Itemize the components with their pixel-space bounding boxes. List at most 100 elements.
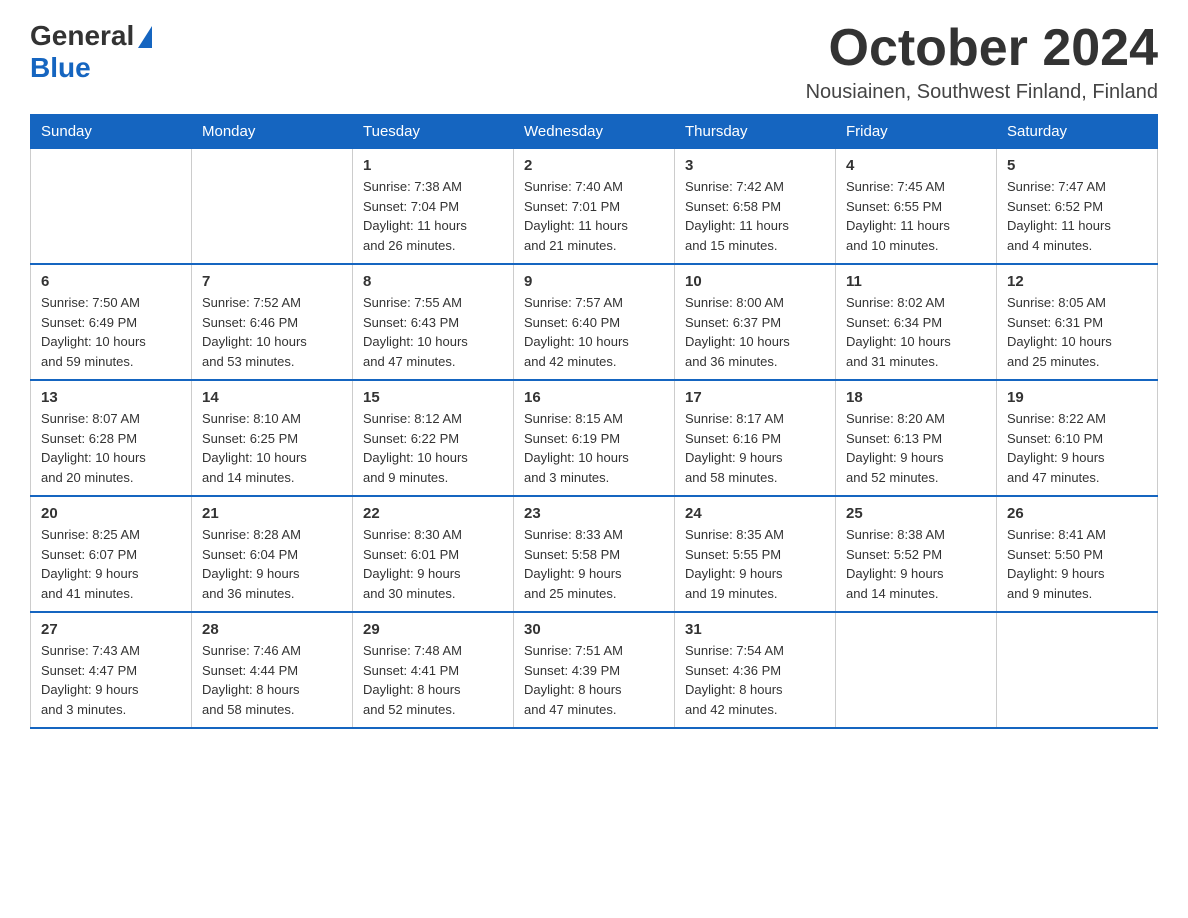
day-number: 31	[685, 621, 825, 638]
header-day-saturday: Saturday	[997, 115, 1158, 149]
logo: General Blue	[30, 20, 152, 84]
calendar-cell: 14 Sunrise: 8:10 AM Sunset: 6:25 PM Dayli…	[192, 380, 353, 496]
day-info: Sunrise: 8:33 AM Sunset: 5:58 PM Dayligh…	[524, 525, 664, 603]
calendar-cell: 13Sunrise: 8:07 AM Sunset: 6:28 PM Dayli…	[31, 380, 192, 496]
calendar-cell: 16Sunrise: 8:15 AM Sunset: 6:19 PM Dayli…	[514, 380, 675, 496]
calendar-cell	[836, 612, 997, 728]
day-number: 8	[363, 273, 503, 290]
day-info: Sunrise: 7:42 AM Sunset: 6:58 PM Dayligh…	[685, 177, 825, 255]
header-day-wednesday: Wednesday	[514, 115, 675, 149]
month-title: October 2024	[806, 20, 1158, 77]
day-number: 26	[1007, 505, 1147, 522]
calendar-cell: 29 Sunrise: 7:48 AM Sunset: 4:41 PM Dayli…	[353, 612, 514, 728]
day-info: Sunrise: 7:40 AM Sunset: 7:01 PM Dayligh…	[524, 177, 664, 255]
calendar-cell: 20Sunrise: 8:25 AM Sunset: 6:07 PM Dayli…	[31, 496, 192, 612]
day-info: Sunrise: 7:43 AM Sunset: 4:47 PM Dayligh…	[41, 641, 181, 719]
header-day-thursday: Thursday	[675, 115, 836, 149]
day-number: 2	[524, 157, 664, 174]
day-number: 11	[846, 273, 986, 290]
day-info: Sunrise: 7:38 AM Sunset: 7:04 PM Dayligh…	[363, 177, 503, 255]
calendar-cell: 21 Sunrise: 8:28 AM Sunset: 6:04 PM Dayli…	[192, 496, 353, 612]
week-row-3: 13Sunrise: 8:07 AM Sunset: 6:28 PM Dayli…	[31, 380, 1158, 496]
calendar-cell: 4 Sunrise: 7:45 AM Sunset: 6:55 PM Daylig…	[836, 149, 997, 265]
day-number: 9	[524, 273, 664, 290]
calendar-cell: 26 Sunrise: 8:41 AM Sunset: 5:50 PM Dayli…	[997, 496, 1158, 612]
logo-triangle-icon	[138, 26, 152, 48]
day-info: Sunrise: 7:57 AM Sunset: 6:40 PM Dayligh…	[524, 293, 664, 371]
logo-text-general: General	[30, 20, 134, 52]
day-info: Sunrise: 8:35 AM Sunset: 5:55 PM Dayligh…	[685, 525, 825, 603]
day-number: 15	[363, 389, 503, 406]
day-number: 14	[202, 389, 342, 406]
calendar-cell: 1 Sunrise: 7:38 AM Sunset: 7:04 PM Daylig…	[353, 149, 514, 265]
day-number: 20	[41, 505, 181, 522]
header-day-tuesday: Tuesday	[353, 115, 514, 149]
day-info: Sunrise: 7:55 AM Sunset: 6:43 PM Dayligh…	[363, 293, 503, 371]
calendar-cell: 12 Sunrise: 8:05 AM Sunset: 6:31 PM Dayli…	[997, 264, 1158, 380]
week-row-1: 1 Sunrise: 7:38 AM Sunset: 7:04 PM Daylig…	[31, 149, 1158, 265]
day-number: 21	[202, 505, 342, 522]
day-info: Sunrise: 8:22 AM Sunset: 6:10 PM Dayligh…	[1007, 409, 1147, 487]
day-info: Sunrise: 8:02 AM Sunset: 6:34 PM Dayligh…	[846, 293, 986, 371]
day-number: 25	[846, 505, 986, 522]
day-info: Sunrise: 8:38 AM Sunset: 5:52 PM Dayligh…	[846, 525, 986, 603]
day-info: Sunrise: 8:28 AM Sunset: 6:04 PM Dayligh…	[202, 525, 342, 603]
day-info: Sunrise: 7:52 AM Sunset: 6:46 PM Dayligh…	[202, 293, 342, 371]
calendar-cell: 22 Sunrise: 8:30 AM Sunset: 6:01 PM Dayli…	[353, 496, 514, 612]
calendar-cell: 28 Sunrise: 7:46 AM Sunset: 4:44 PM Dayli…	[192, 612, 353, 728]
calendar-cell: 6Sunrise: 7:50 AM Sunset: 6:49 PM Daylig…	[31, 264, 192, 380]
day-number: 12	[1007, 273, 1147, 290]
day-info: Sunrise: 8:00 AM Sunset: 6:37 PM Dayligh…	[685, 293, 825, 371]
day-number: 4	[846, 157, 986, 174]
calendar-cell: 7 Sunrise: 7:52 AM Sunset: 6:46 PM Daylig…	[192, 264, 353, 380]
day-info: Sunrise: 7:47 AM Sunset: 6:52 PM Dayligh…	[1007, 177, 1147, 255]
header-day-sunday: Sunday	[31, 115, 192, 149]
day-info: Sunrise: 8:41 AM Sunset: 5:50 PM Dayligh…	[1007, 525, 1147, 603]
calendar-cell: 5 Sunrise: 7:47 AM Sunset: 6:52 PM Daylig…	[997, 149, 1158, 265]
calendar-cell	[31, 149, 192, 265]
day-number: 6	[41, 273, 181, 290]
calendar-table: SundayMondayTuesdayWednesdayThursdayFrid…	[30, 114, 1158, 729]
day-number: 7	[202, 273, 342, 290]
day-info: Sunrise: 8:20 AM Sunset: 6:13 PM Dayligh…	[846, 409, 986, 487]
day-number: 17	[685, 389, 825, 406]
calendar-cell: 9 Sunrise: 7:57 AM Sunset: 6:40 PM Daylig…	[514, 264, 675, 380]
week-row-5: 27 Sunrise: 7:43 AM Sunset: 4:47 PM Dayli…	[31, 612, 1158, 728]
day-info: Sunrise: 8:30 AM Sunset: 6:01 PM Dayligh…	[363, 525, 503, 603]
calendar-cell: 23 Sunrise: 8:33 AM Sunset: 5:58 PM Dayli…	[514, 496, 675, 612]
calendar-cell: 25 Sunrise: 8:38 AM Sunset: 5:52 PM Dayli…	[836, 496, 997, 612]
calendar-cell: 11 Sunrise: 8:02 AM Sunset: 6:34 PM Dayli…	[836, 264, 997, 380]
calendar-cell: 18Sunrise: 8:20 AM Sunset: 6:13 PM Dayli…	[836, 380, 997, 496]
day-info: Sunrise: 8:10 AM Sunset: 6:25 PM Dayligh…	[202, 409, 342, 487]
day-info: Sunrise: 7:45 AM Sunset: 6:55 PM Dayligh…	[846, 177, 986, 255]
day-number: 29	[363, 621, 503, 638]
calendar-cell: 31 Sunrise: 7:54 AM Sunset: 4:36 PM Dayli…	[675, 612, 836, 728]
logo-text-blue: Blue	[30, 52, 91, 83]
day-number: 1	[363, 157, 503, 174]
day-number: 28	[202, 621, 342, 638]
calendar-cell: 27 Sunrise: 7:43 AM Sunset: 4:47 PM Dayli…	[31, 612, 192, 728]
calendar-cell: 30Sunrise: 7:51 AM Sunset: 4:39 PM Dayli…	[514, 612, 675, 728]
calendar-cell	[192, 149, 353, 265]
day-number: 10	[685, 273, 825, 290]
day-number: 19	[1007, 389, 1147, 406]
header-day-friday: Friday	[836, 115, 997, 149]
day-number: 22	[363, 505, 503, 522]
calendar-header-row: SundayMondayTuesdayWednesdayThursdayFrid…	[31, 115, 1158, 149]
calendar-cell: 19 Sunrise: 8:22 AM Sunset: 6:10 PM Dayli…	[997, 380, 1158, 496]
day-info: Sunrise: 7:46 AM Sunset: 4:44 PM Dayligh…	[202, 641, 342, 719]
week-row-2: 6Sunrise: 7:50 AM Sunset: 6:49 PM Daylig…	[31, 264, 1158, 380]
day-info: Sunrise: 8:05 AM Sunset: 6:31 PM Dayligh…	[1007, 293, 1147, 371]
title-area: October 2024 Nousiainen, Southwest Finla…	[806, 20, 1158, 104]
page-header: General Blue October 2024 Nousiainen, So…	[30, 20, 1158, 104]
calendar-cell: 17Sunrise: 8:17 AM Sunset: 6:16 PM Dayli…	[675, 380, 836, 496]
day-number: 13	[41, 389, 181, 406]
day-number: 27	[41, 621, 181, 638]
day-info: Sunrise: 7:48 AM Sunset: 4:41 PM Dayligh…	[363, 641, 503, 719]
day-number: 3	[685, 157, 825, 174]
day-info: Sunrise: 7:54 AM Sunset: 4:36 PM Dayligh…	[685, 641, 825, 719]
day-number: 23	[524, 505, 664, 522]
day-number: 5	[1007, 157, 1147, 174]
week-row-4: 20Sunrise: 8:25 AM Sunset: 6:07 PM Dayli…	[31, 496, 1158, 612]
day-info: Sunrise: 7:51 AM Sunset: 4:39 PM Dayligh…	[524, 641, 664, 719]
